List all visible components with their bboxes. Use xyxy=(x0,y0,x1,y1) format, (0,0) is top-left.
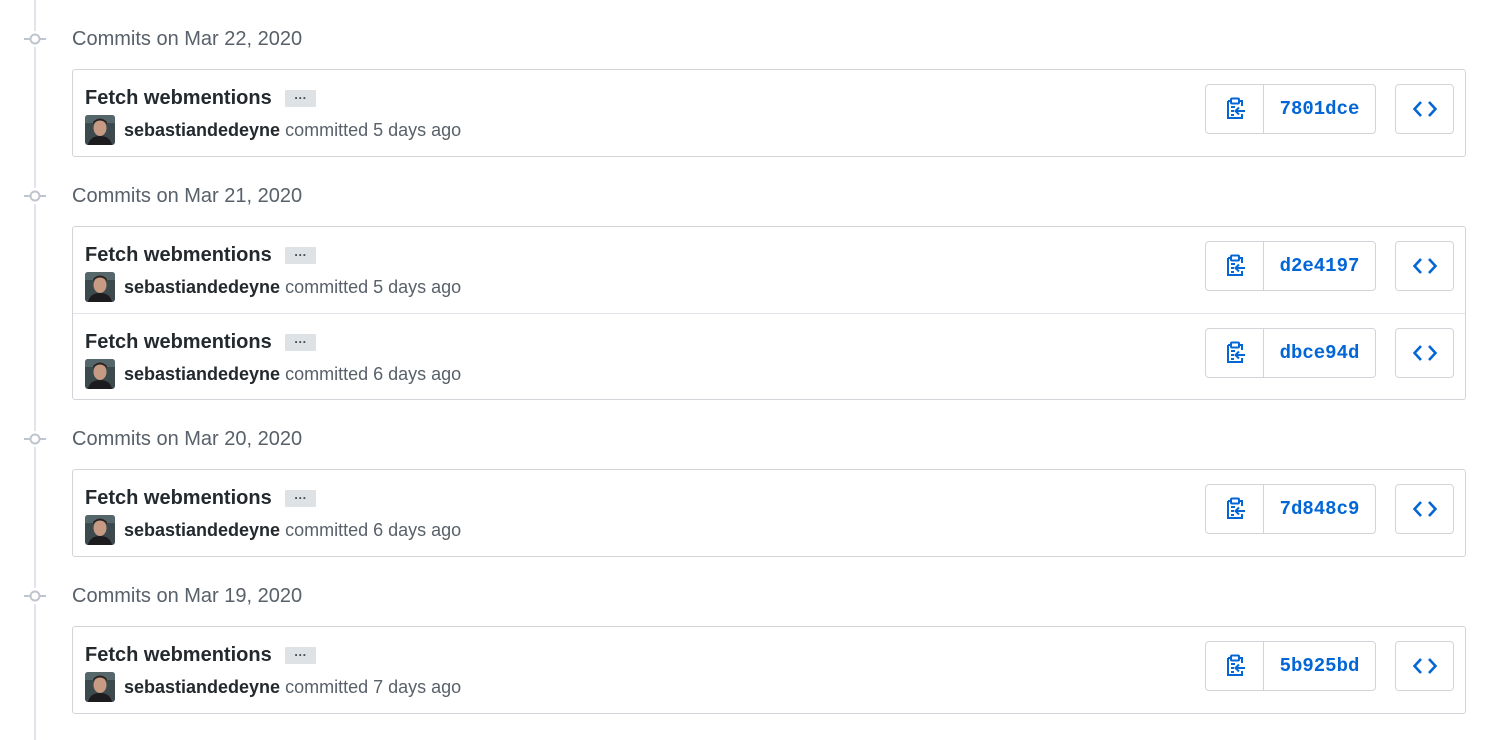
ellipsis-label: … xyxy=(293,87,307,102)
browse-repository-button[interactable] xyxy=(1395,328,1454,378)
expand-description-button[interactable]: … xyxy=(284,644,316,664)
commit-group-header: Commits on Mar 22, 2020 xyxy=(0,19,1500,59)
expand-description-button[interactable]: … xyxy=(284,244,316,264)
code-icon xyxy=(1412,258,1437,274)
clippy-icon xyxy=(1226,497,1245,519)
committed-label: committed xyxy=(285,676,369,697)
commit-group-title: Commits on Mar 19, 2020 xyxy=(72,585,303,607)
commit-author-link[interactable]: sebastiandedeyne xyxy=(124,364,280,385)
committed-label: committed xyxy=(285,363,369,384)
commit-list: Fetch webmentions … sebastiandedeyne com… xyxy=(72,469,1466,557)
copy-sha-button[interactable] xyxy=(1206,85,1264,133)
commit-author-link[interactable]: sebastiandedeyne xyxy=(124,520,280,541)
git-commit-icon xyxy=(24,431,46,447)
expand-description-button[interactable]: … xyxy=(284,87,316,107)
commit-title-line: Fetch webmentions … xyxy=(85,485,316,511)
avatar[interactable] xyxy=(85,672,115,702)
commit-sha-button-group: 7801dce xyxy=(1205,84,1376,134)
committed-label: committed xyxy=(285,119,369,140)
commit-row: Fetch webmentions … sebastiandedeyne com… xyxy=(73,70,1465,156)
avatar[interactable] xyxy=(85,515,115,545)
expand-description-button[interactable]: … xyxy=(284,331,316,351)
commit-time: 5 days ago xyxy=(373,276,462,297)
commit-row: Fetch webmentions … sebastiandedeyne com… xyxy=(73,470,1465,556)
avatar[interactable] xyxy=(85,359,115,389)
code-icon xyxy=(1412,501,1437,517)
avatar[interactable] xyxy=(85,272,115,302)
commit-title-line: Fetch webmentions … xyxy=(85,85,316,111)
commit-author-link[interactable]: sebastiandedeyne xyxy=(124,277,280,298)
commit-sha-link[interactable]: d2e4197 xyxy=(1264,242,1375,290)
copy-sha-button[interactable] xyxy=(1206,642,1264,690)
git-commit-icon xyxy=(24,188,46,204)
ellipsis-label: … xyxy=(293,644,307,659)
committed-label: committed xyxy=(285,276,369,297)
commit-group-title: Commits on Mar 21, 2020 xyxy=(72,185,303,207)
commit-meta: sebastiandedeyne committed 7 days ago xyxy=(85,672,461,702)
code-icon xyxy=(1412,345,1437,361)
commit-row: Fetch webmentions … sebastiandedeyne com… xyxy=(73,627,1465,713)
commit-group-header: Commits on Mar 19, 2020 xyxy=(0,576,1500,616)
code-icon xyxy=(1412,101,1437,117)
timeline-line xyxy=(34,0,36,740)
commit-message-link[interactable]: Fetch webmentions xyxy=(85,485,272,511)
commit-message-link[interactable]: Fetch webmentions xyxy=(85,85,272,111)
commit-sha-button-group: 5b925bd xyxy=(1205,641,1376,691)
git-commit-icon xyxy=(24,31,46,47)
clippy-icon xyxy=(1226,341,1245,363)
copy-sha-button[interactable] xyxy=(1206,242,1264,290)
ellipsis-label: … xyxy=(293,331,307,346)
commit-sha-button-group: d2e4197 xyxy=(1205,241,1376,291)
commit-time: 5 days ago xyxy=(373,119,462,140)
ellipsis-label: … xyxy=(293,487,307,502)
commit-time: 6 days ago xyxy=(373,519,462,540)
browse-repository-button[interactable] xyxy=(1395,484,1454,534)
ellipsis-label: … xyxy=(293,244,307,259)
commit-list: Fetch webmentions … sebastiandedeyne com… xyxy=(72,69,1466,157)
commit-row: Fetch webmentions … sebastiandedeyne com… xyxy=(73,227,1465,313)
committed-label: committed xyxy=(285,519,369,540)
clippy-icon xyxy=(1226,97,1245,119)
commit-sha-link[interactable]: dbce94d xyxy=(1264,329,1375,377)
clippy-icon xyxy=(1226,254,1245,276)
commit-meta: sebastiandedeyne committed 5 days ago xyxy=(85,115,461,145)
commit-meta: sebastiandedeyne committed 6 days ago xyxy=(85,359,461,389)
commit-group-title: Commits on Mar 20, 2020 xyxy=(72,428,303,450)
browse-repository-button[interactable] xyxy=(1395,241,1454,291)
commit-row: Fetch webmentions … sebastiandedeyne com… xyxy=(73,313,1465,399)
copy-sha-button[interactable] xyxy=(1206,329,1264,377)
commit-title-line: Fetch webmentions … xyxy=(85,242,316,268)
commit-sha-link[interactable]: 7801dce xyxy=(1264,85,1375,133)
commit-time: 6 days ago xyxy=(373,363,462,384)
copy-sha-button[interactable] xyxy=(1206,485,1264,533)
commit-time: 7 days ago xyxy=(373,676,462,697)
commit-group-header: Commits on Mar 21, 2020 xyxy=(0,176,1500,216)
expand-description-button[interactable]: … xyxy=(284,487,316,507)
avatar[interactable] xyxy=(85,115,115,145)
git-commit-icon xyxy=(24,588,46,604)
commit-author-link[interactable]: sebastiandedeyne xyxy=(124,677,280,698)
commit-message-link[interactable]: Fetch webmentions xyxy=(85,242,272,268)
commit-sha-button-group: 7d848c9 xyxy=(1205,484,1376,534)
commit-title-line: Fetch webmentions … xyxy=(85,329,316,355)
commit-meta: sebastiandedeyne committed 6 days ago xyxy=(85,515,461,545)
commit-group-title: Commits on Mar 22, 2020 xyxy=(72,28,303,50)
commit-list: Fetch webmentions … sebastiandedeyne com… xyxy=(72,226,1466,400)
commit-message-link[interactable]: Fetch webmentions xyxy=(85,329,272,355)
commit-group-header: Commits on Mar 20, 2020 xyxy=(0,419,1500,459)
browse-repository-button[interactable] xyxy=(1395,84,1454,134)
commit-list: Fetch webmentions … sebastiandedeyne com… xyxy=(72,626,1466,714)
commit-title-line: Fetch webmentions … xyxy=(85,642,316,668)
commit-sha-link[interactable]: 7d848c9 xyxy=(1264,485,1375,533)
commit-author-link[interactable]: sebastiandedeyne xyxy=(124,120,280,141)
commit-sha-link[interactable]: 5b925bd xyxy=(1264,642,1375,690)
clippy-icon xyxy=(1226,654,1245,676)
commit-message-link[interactable]: Fetch webmentions xyxy=(85,642,272,668)
browse-repository-button[interactable] xyxy=(1395,641,1454,691)
code-icon xyxy=(1412,658,1437,674)
commit-sha-button-group: dbce94d xyxy=(1205,328,1376,378)
commit-meta: sebastiandedeyne committed 5 days ago xyxy=(85,272,461,302)
